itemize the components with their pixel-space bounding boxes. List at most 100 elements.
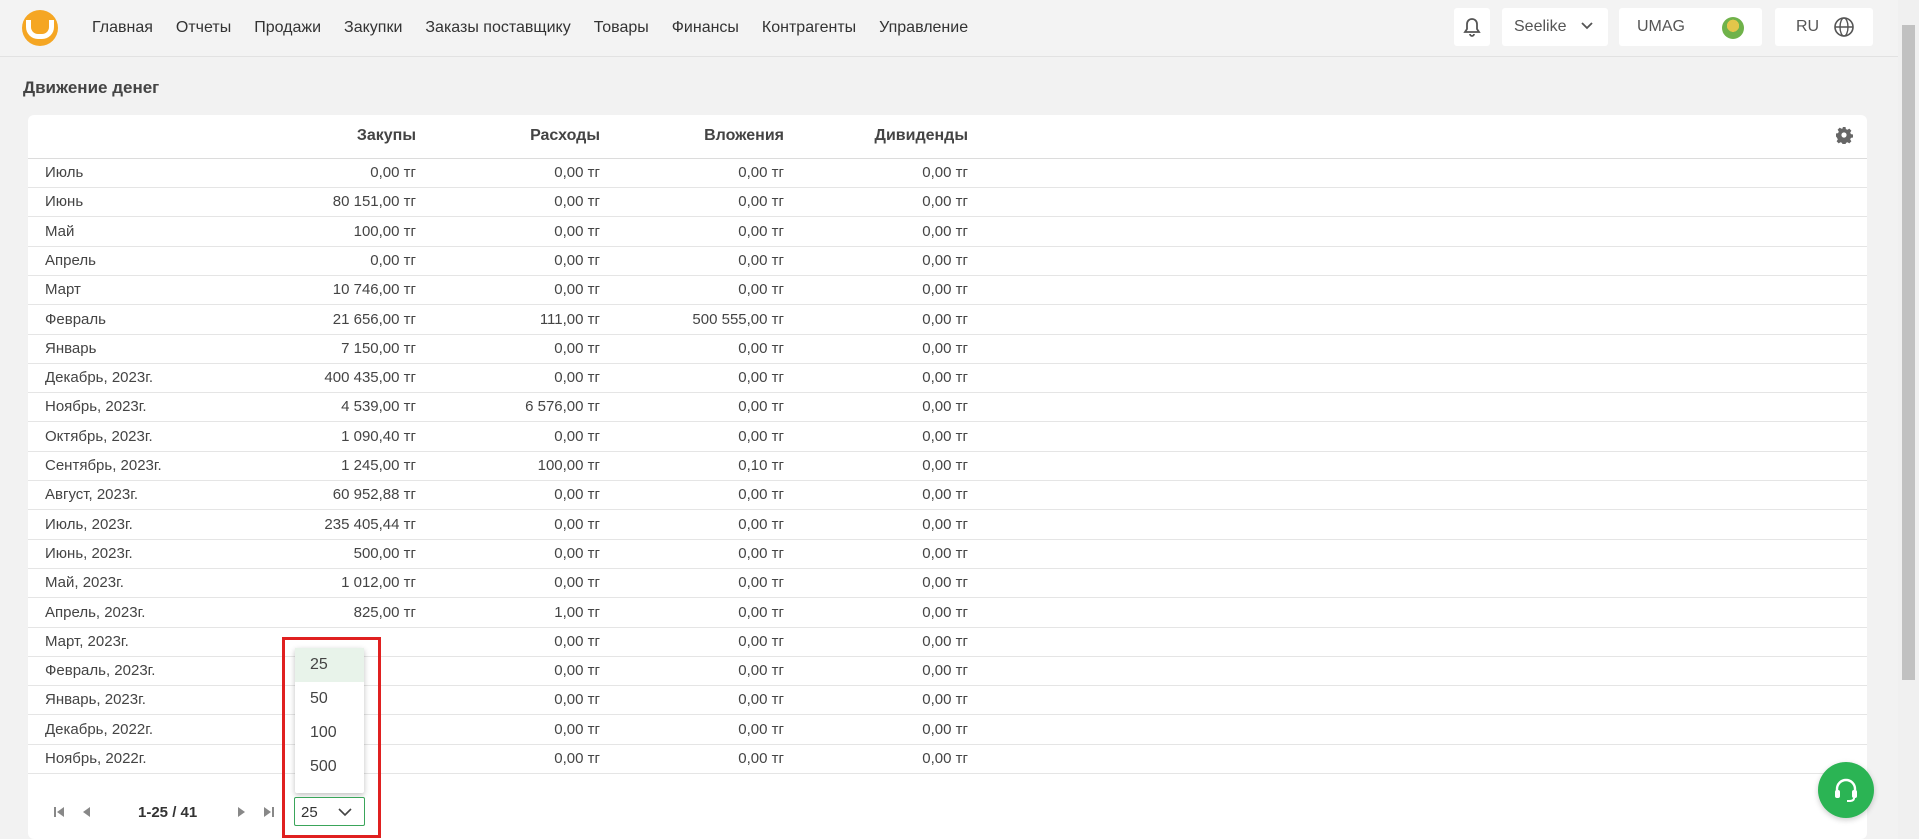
next-page-icon[interactable]	[234, 805, 248, 819]
row-purchases: 0,00 тг	[370, 164, 416, 181]
page-size-option-100[interactable]: 100	[295, 716, 364, 750]
logo[interactable]	[22, 10, 58, 46]
row-month: Июнь	[45, 193, 84, 211]
row-month: Апрель	[45, 251, 96, 269]
nav-item-management[interactable]: Управление	[879, 19, 968, 37]
row-investments: 0,00 тг	[738, 574, 784, 592]
page-size-value: 25	[301, 804, 318, 821]
column-header-expenses[interactable]: Расходы	[530, 127, 600, 145]
row-investments: 0,00 тг	[738, 369, 784, 387]
table-row: Апрель, 2023г. 825,00 тг 1,00 тг 0,00 тг 0,0…	[28, 598, 1867, 628]
row-investments: 0,00 тг	[738, 427, 784, 445]
row-expenses: 6 576,00 тг	[525, 398, 600, 416]
table-row: Июль 0,00 тг 0,00 тг 0,00 тг 0,00 тг	[28, 158, 1867, 188]
row-dividends: 0,00 тг	[922, 662, 968, 680]
logo-mark	[26, 19, 54, 39]
nav-item-purchases[interactable]: Закупки	[344, 19, 402, 37]
company-avatar	[1722, 17, 1744, 39]
table-row: Июнь 80 151,00 тг 0,00 тг 0,00 тг 0,00 тг	[28, 187, 1867, 218]
row-dividends: 0,00 тг	[922, 574, 968, 592]
row-dividends: 0,00 тг	[922, 720, 968, 738]
row-expenses: 0,00 тг	[554, 251, 600, 269]
page-size-option-50[interactable]: 50	[295, 682, 364, 716]
row-month: Март	[45, 281, 81, 299]
column-header-purchases[interactable]: Закупы	[357, 127, 416, 145]
row-month: Ноябрь, 2023г.	[45, 398, 147, 416]
row-month: Июнь, 2023г.	[45, 544, 133, 562]
page-size-option-500[interactable]: 500	[295, 750, 364, 784]
table-row: Август, 2023г. 60 952,88 тг 0,00 тг 0,00 тг…	[28, 480, 1867, 511]
row-purchases: 60 952,88 тг	[332, 486, 416, 504]
page-title: Движение денег	[23, 78, 160, 97]
row-dividends: 0,00 тг	[922, 222, 968, 240]
nav-item-finance[interactable]: Финансы	[672, 19, 739, 37]
column-header-dividends[interactable]: Дивиденды	[875, 127, 968, 145]
row-dividends: 0,00 тг	[922, 544, 968, 562]
row-month: Май, 2023г.	[45, 574, 124, 592]
row-expenses: 0,00 тг	[554, 515, 600, 533]
scrollbar-thumb[interactable]	[1902, 25, 1915, 680]
row-purchases: 400 435,00 тг	[324, 369, 416, 387]
row-investments: 0,00 тг	[738, 720, 784, 738]
pagination: 1-25 / 41	[28, 798, 328, 838]
top-navbar: Главная Отчеты Продажи Закупки Заказы по…	[0, 0, 1898, 57]
nav-item-supplier-orders[interactable]: Заказы поставщику	[425, 19, 570, 37]
page-scrollbar[interactable]	[1898, 0, 1919, 839]
row-expenses: 0,00 тг	[554, 662, 600, 680]
first-page-icon[interactable]	[52, 805, 66, 819]
row-expenses: 0,00 тг	[554, 574, 600, 592]
row-expenses: 100,00 тг	[537, 457, 600, 474]
row-month: Февраль	[45, 310, 106, 328]
row-dividends: 0,00 тг	[922, 339, 968, 357]
row-purchases: 100,00 тг	[353, 222, 416, 240]
support-chat-button[interactable]	[1818, 762, 1874, 818]
store-selector[interactable]: Seelike	[1502, 8, 1608, 46]
row-purchases: 500,00 тг	[353, 544, 416, 562]
row-expenses: 0,00 тг	[554, 750, 600, 767]
nav-item-home[interactable]: Главная	[92, 19, 153, 37]
table-row: Май 100,00 тг 0,00 тг 0,00 тг 0,00 тг	[28, 217, 1867, 247]
row-investments: 0,00 тг	[738, 164, 784, 181]
bell-icon	[1463, 18, 1481, 37]
row-dividends: 0,00 тг	[922, 515, 968, 533]
row-month: Октябрь, 2023г.	[45, 427, 153, 445]
table-row: Октябрь, 2023г. 1 090,40 тг 0,00 тг 0,00 тг…	[28, 422, 1867, 452]
last-page-icon[interactable]	[262, 805, 276, 819]
row-purchases: 1 245,00 тг	[341, 457, 416, 474]
nav-item-reports[interactable]: Отчеты	[176, 19, 231, 37]
row-month: Май	[45, 222, 75, 240]
prev-page-icon[interactable]	[80, 805, 94, 819]
row-expenses: 0,00 тг	[554, 632, 600, 650]
page-size-select[interactable]: 25	[294, 797, 365, 826]
page-size-option-25[interactable]: 25	[295, 648, 364, 682]
row-expenses: 111,00 тг	[539, 310, 600, 328]
notifications-button[interactable]	[1454, 8, 1490, 46]
row-investments: 0,00 тг	[738, 632, 784, 650]
row-dividends: 0,00 тг	[922, 632, 968, 650]
table-row: Сентябрь, 2023г. 1 245,00 тг 100,00 тг 0,10…	[28, 451, 1867, 481]
table-row: Май, 2023г. 1 012,00 тг 0,00 тг 0,00 тг 0,00…	[28, 568, 1867, 599]
language-selector[interactable]: RU	[1775, 8, 1873, 46]
globe-icon	[1834, 17, 1854, 37]
row-purchases: 0,00 тг	[370, 251, 416, 269]
nav-item-counterparties[interactable]: Контрагенты	[762, 19, 856, 37]
chevron-down-icon	[1581, 22, 1593, 30]
table-row: Январь 7 150,00 тг 0,00 тг 0,00 тг 0,00 тг	[28, 334, 1867, 364]
nav-item-products[interactable]: Товары	[594, 19, 649, 37]
nav-item-sales[interactable]: Продажи	[254, 19, 321, 37]
row-dividends: 0,00 тг	[922, 427, 968, 445]
row-investments: 0,00 тг	[738, 662, 784, 680]
row-month: Август, 2023г.	[45, 486, 138, 504]
row-investments: 0,00 тг	[738, 339, 784, 357]
chevron-down-icon	[338, 808, 352, 817]
row-investments: 0,00 тг	[738, 544, 784, 562]
row-expenses: 0,00 тг	[554, 544, 600, 562]
company-selector[interactable]: UMAG	[1619, 8, 1762, 46]
column-header-investments[interactable]: Вложения	[704, 127, 784, 145]
row-investments: 0,00 тг	[738, 750, 784, 767]
row-month: Декабрь, 2022г.	[45, 720, 153, 738]
gear-icon[interactable]	[1835, 126, 1853, 144]
row-investments: 0,00 тг	[738, 251, 784, 269]
main-nav: Главная Отчеты Продажи Закупки Заказы по…	[92, 0, 991, 56]
table-row: Ноябрь, 2023г. 4 539,00 тг 6 576,00 тг 0,00…	[28, 392, 1867, 423]
